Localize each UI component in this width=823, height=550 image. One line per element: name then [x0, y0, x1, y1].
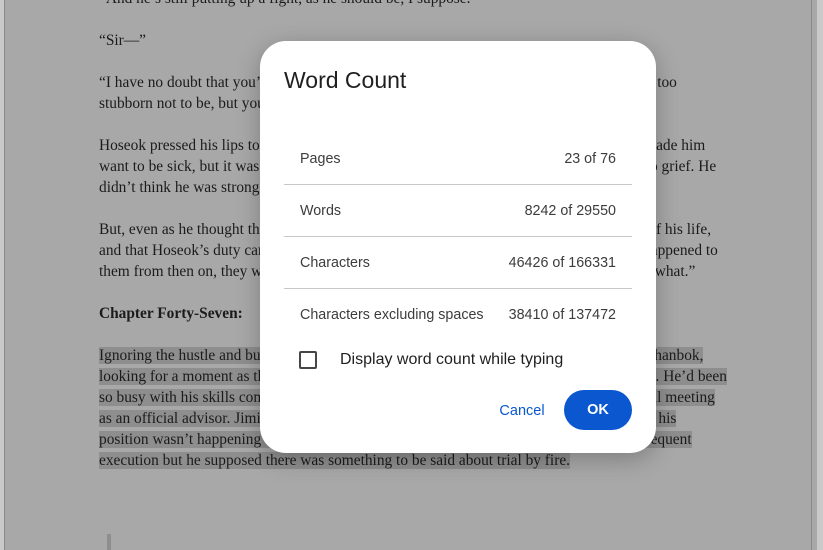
stat-row-pages: Pages 23 of 76 [284, 133, 632, 185]
stat-value-words: 8242 of 29550 [524, 202, 616, 219]
stat-row-characters: Characters 46426 of 166331 [284, 237, 632, 289]
display-word-count-toggle[interactable]: Display word count while typing [299, 351, 563, 369]
selection-tail [107, 534, 111, 550]
stat-label-pages: Pages [300, 150, 341, 167]
dialog-title: Word Count [284, 67, 407, 93]
display-word-count-checkbox[interactable] [299, 351, 317, 369]
page-edge-left [4, 0, 5, 550]
stat-value-characters: 46426 of 166331 [508, 254, 616, 271]
stat-label-words: Words [300, 202, 342, 219]
page-edge-right [811, 0, 812, 550]
display-word-count-label[interactable]: Display word count while typing [340, 351, 563, 369]
document-paragraph: “And he’s still putting up a fight, as h… [99, 0, 729, 9]
cancel-button[interactable]: Cancel [486, 391, 558, 431]
stat-value-pages: 23 of 76 [564, 150, 616, 167]
stat-label-characters-no-spaces: Characters excluding spaces [300, 306, 484, 323]
ok-button[interactable]: OK [564, 390, 632, 430]
stat-label-characters: Characters [300, 254, 370, 271]
stat-value-characters-no-spaces: 38410 of 137472 [508, 306, 616, 323]
word-count-stats: Pages 23 of 76 Words 8242 of 29550 Chara… [284, 133, 632, 340]
stat-row-words: Words 8242 of 29550 [284, 185, 632, 237]
word-count-dialog: Word Count Pages 23 of 76 Words 8242 of … [260, 41, 656, 453]
stat-row-characters-no-spaces: Characters excluding spaces 38410 of 137… [284, 289, 632, 340]
